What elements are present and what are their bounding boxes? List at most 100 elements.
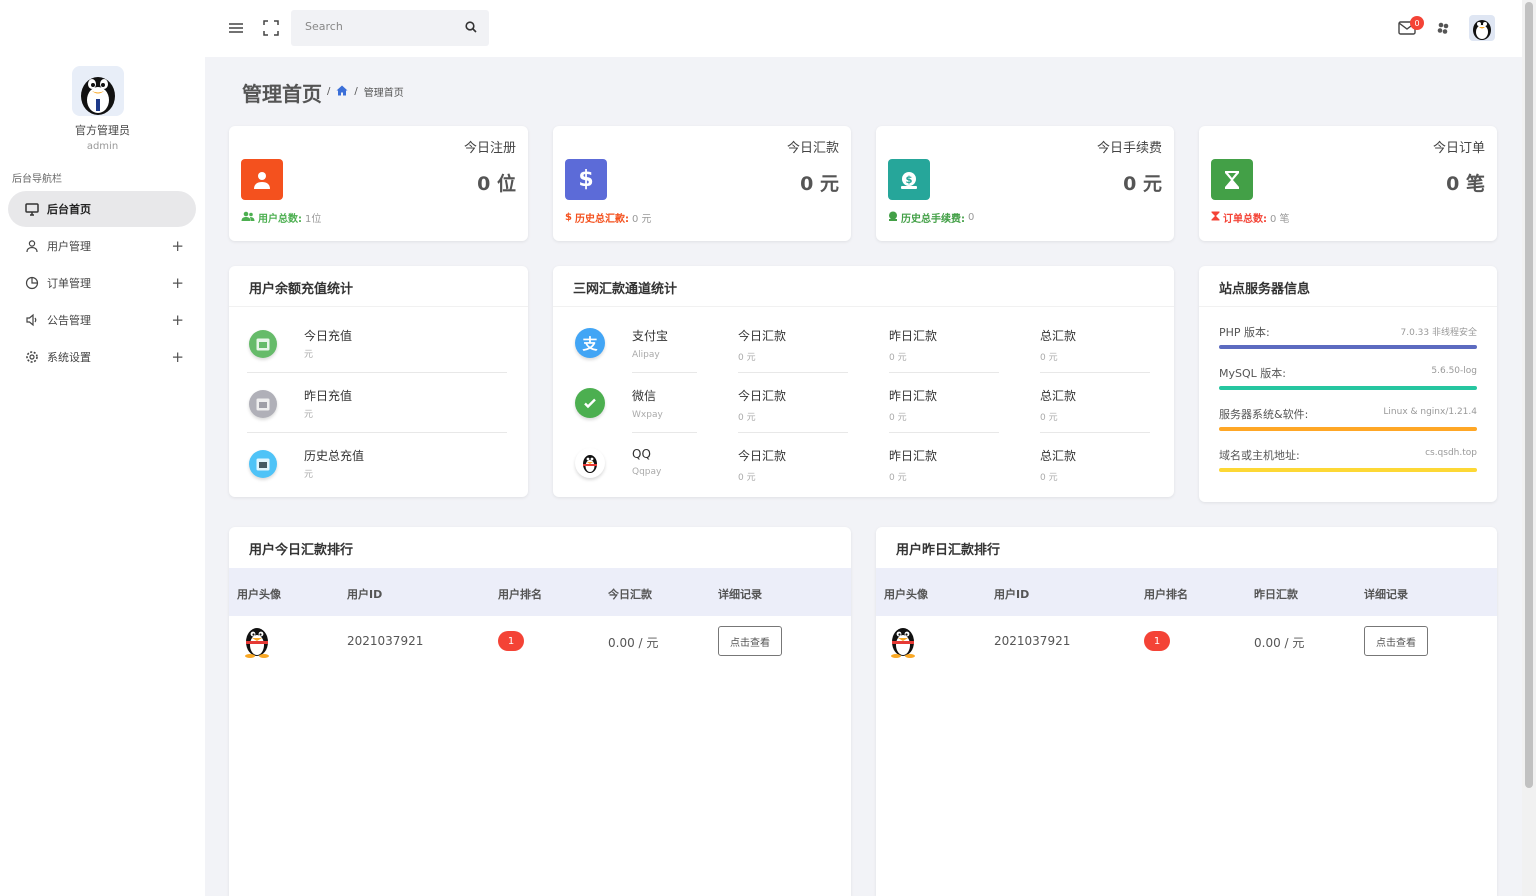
divider bbox=[553, 306, 1174, 307]
card-title: 站点服务器信息 bbox=[1219, 282, 1311, 297]
sidebar-item-label: 订单管理 bbox=[47, 277, 91, 290]
hourglass-icon bbox=[1211, 211, 1220, 224]
calendar-today-icon bbox=[249, 330, 277, 358]
today-value: 0 元 bbox=[738, 473, 756, 483]
top-bar: 0 bbox=[205, 0, 1522, 57]
table-header: 用户头像 用户ID 用户排名 今日汇款 详细记录 bbox=[229, 568, 851, 616]
channel-name: QQ bbox=[632, 447, 651, 461]
stat-footer-label: 用户总数: bbox=[258, 214, 302, 225]
server-info-row: 服务器系统&软件: Linux & nginx/1.21.4 bbox=[1219, 406, 1477, 431]
stat-card-orders: 今日订单 0 笔 订单总数: 0 笔 bbox=[1199, 126, 1497, 241]
sidebar-item-label: 用户管理 bbox=[47, 240, 91, 253]
sidebar-item-users[interactable]: 用户管理 + bbox=[8, 228, 196, 264]
channel-code: Alipay bbox=[632, 350, 660, 360]
column-header: 用户头像 bbox=[237, 588, 281, 601]
penguin-avatar-icon bbox=[887, 624, 919, 658]
sidebar-item-announcements[interactable]: 公告管理 + bbox=[8, 302, 196, 338]
apps-icon[interactable] bbox=[1434, 19, 1452, 37]
server-info-value: cs.qsdh.top bbox=[1425, 448, 1477, 458]
expand-icon[interactable]: + bbox=[171, 274, 184, 292]
expand-icon[interactable]: + bbox=[171, 311, 184, 329]
fullscreen-icon[interactable] bbox=[262, 19, 280, 37]
divider bbox=[738, 432, 848, 433]
list-item: 微信 Wxpay 今日汇款 0 元 昨日汇款 0 元 总汇款 0 元 bbox=[573, 384, 1153, 444]
server-info-row: MySQL 版本: 5.6.50-log bbox=[1219, 365, 1477, 390]
expand-icon[interactable]: + bbox=[171, 348, 184, 366]
column-header: 今日汇款 bbox=[608, 588, 652, 601]
view-details-button[interactable]: 点击查看 bbox=[1364, 626, 1428, 656]
scrollbar-thumb[interactable] bbox=[1525, 2, 1533, 788]
total-label: 总汇款 bbox=[1040, 329, 1077, 343]
divider bbox=[738, 372, 848, 373]
yesterday-label: 昨日汇款 bbox=[889, 389, 938, 403]
server-info-value: 7.0.33 非线程安全 bbox=[1400, 328, 1478, 338]
admin-avatar[interactable] bbox=[72, 66, 124, 116]
recharge-label: 昨日充值 bbox=[304, 389, 353, 403]
recharge-label: 历史总充值 bbox=[304, 449, 365, 463]
page-scrollbar[interactable] bbox=[1522, 0, 1536, 896]
stat-card-remittance: 今日汇款 $ 0 元 $ 历史总汇款: 0 元 bbox=[553, 126, 851, 241]
column-header: 用户ID bbox=[994, 588, 1030, 601]
stat-footer-label: 历史总汇款: bbox=[574, 214, 629, 225]
progress-bar bbox=[1219, 386, 1477, 390]
today-label: 今日汇款 bbox=[738, 389, 787, 403]
channel-stats-card: 三网汇款通道统计 支 支付宝 Alipay 今日汇款 0 元 昨日汇款 0 元 … bbox=[553, 266, 1174, 497]
hourglass-icon bbox=[1211, 159, 1253, 200]
search-input[interactable] bbox=[305, 20, 455, 33]
nav-section-title: 后台导航栏 bbox=[12, 174, 62, 185]
list-item: 今日充值 元 bbox=[247, 324, 507, 384]
gear-icon bbox=[24, 349, 40, 365]
volume-icon bbox=[24, 312, 40, 328]
user-id: 2021037921 bbox=[994, 634, 1071, 648]
today-value: 0 元 bbox=[738, 413, 756, 423]
stat-card-registrations: 今日注册 0 位 用户总数: 1位 bbox=[229, 126, 528, 241]
divider bbox=[247, 372, 507, 373]
server-info-row: PHP 版本: 7.0.33 非线程安全 bbox=[1219, 324, 1477, 349]
sidebar-item-label: 后台首页 bbox=[47, 203, 91, 216]
yesterday-value: 0 元 bbox=[889, 473, 907, 483]
sidebar-item-dashboard[interactable]: 后台首页 bbox=[8, 191, 196, 227]
page-title: 管理首页 bbox=[242, 82, 322, 106]
penguin-avatar-icon bbox=[241, 624, 273, 658]
stat-label: 今日汇款 bbox=[786, 141, 839, 156]
today-col: 今日汇款 0 元 bbox=[738, 324, 858, 373]
wechat-icon bbox=[575, 388, 605, 418]
home-icon[interactable] bbox=[336, 85, 348, 99]
search-icon[interactable] bbox=[465, 21, 477, 36]
rank-badge: 1 bbox=[1144, 631, 1170, 651]
column-header: 详细记录 bbox=[1364, 588, 1408, 601]
user-icon bbox=[241, 159, 283, 200]
divider bbox=[229, 306, 528, 307]
total-col: 总汇款 0 元 bbox=[1040, 324, 1160, 373]
today-label: 今日汇款 bbox=[738, 329, 787, 343]
menu-toggle-icon[interactable] bbox=[227, 19, 245, 37]
channel-name-col: 微信 Wxpay bbox=[632, 384, 752, 433]
pie-chart-icon bbox=[24, 275, 40, 291]
svg-text:$: $ bbox=[906, 175, 913, 186]
channel-name: 微信 bbox=[632, 389, 657, 403]
sidebar-item-settings[interactable]: 系统设置 + bbox=[8, 339, 196, 375]
yesterday-label: 昨日汇款 bbox=[889, 329, 938, 343]
sidebar: 官方管理员 admin 后台导航栏 后台首页 用户管理 + 订单管理 + 公告管… bbox=[0, 0, 205, 896]
server-info-card: 站点服务器信息 PHP 版本: 7.0.33 非线程安全 MySQL 版本: 5… bbox=[1199, 266, 1497, 502]
server-info-value: Linux & nginx/1.21.4 bbox=[1383, 407, 1477, 417]
recharge-value: 元 bbox=[304, 410, 314, 420]
sidebar-item-orders[interactable]: 订单管理 + bbox=[8, 265, 196, 301]
stat-value: 0 元 bbox=[1123, 173, 1162, 195]
expand-icon[interactable]: + bbox=[171, 237, 184, 255]
view-details-button[interactable]: 点击查看 bbox=[718, 626, 782, 656]
search-box bbox=[291, 10, 489, 46]
yesterday-col: 昨日汇款 0 元 bbox=[889, 444, 1009, 483]
channel-name: 支付宝 bbox=[632, 329, 669, 343]
user-avatar[interactable] bbox=[1469, 15, 1495, 41]
breadcrumb: / / 管理首页 bbox=[327, 84, 404, 99]
stat-footer-label: 历史总手续费: bbox=[901, 214, 965, 225]
divider bbox=[889, 432, 999, 433]
amount: 0.00 / 元 bbox=[1254, 636, 1305, 650]
yesterday-value: 0 元 bbox=[889, 413, 907, 423]
calendar-history-icon bbox=[249, 450, 277, 478]
channel-code: Qqpay bbox=[632, 467, 662, 477]
dollar-icon: $ bbox=[565, 159, 607, 200]
total-value: 0 元 bbox=[1040, 473, 1058, 483]
stat-label: 今日注册 bbox=[463, 141, 516, 156]
